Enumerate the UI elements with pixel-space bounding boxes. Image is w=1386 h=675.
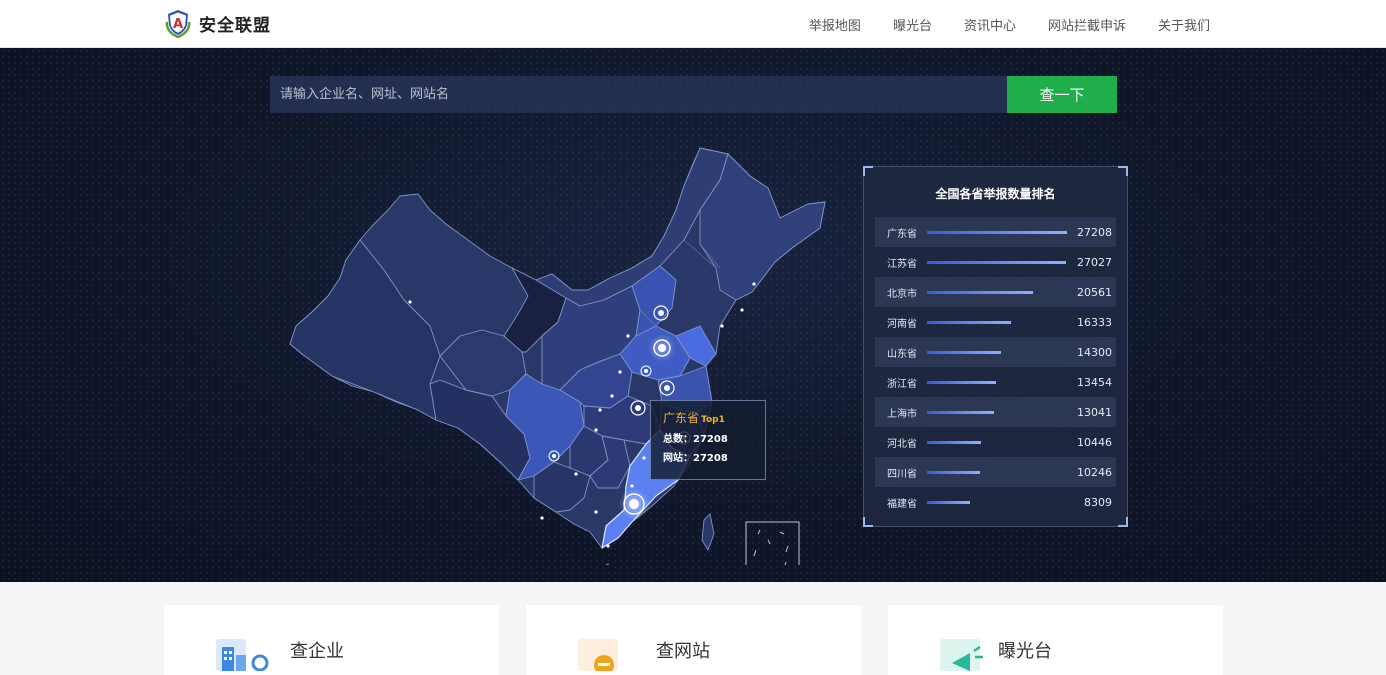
ranking-bar <box>927 290 1033 294</box>
ranking-value: 14300 <box>1077 345 1112 359</box>
card-check-website[interactable]: 查网站 <box>526 605 861 675</box>
card-check-company[interactable]: 查企业 <box>164 605 499 675</box>
main-nav: 举报地图 曝光台 资讯中心 网站拦截申诉 关于我们 <box>809 0 1210 48</box>
ranking-province-name: 河北省 <box>887 438 917 450</box>
ranking-bar <box>927 350 1001 354</box>
map-tooltip: 广东省 Top1 总数：27208 网站：27208 <box>650 400 766 480</box>
ranking-province-name: 江苏省 <box>887 258 917 270</box>
ranking-province-name: 福建省 <box>887 498 917 510</box>
ranking-province-name: 上海市 <box>887 408 917 420</box>
top-header: A 安全联盟 举报地图 曝光台 资讯中心 网站拦截申诉 关于我们 <box>0 0 1386 48</box>
panel-corner <box>1118 517 1128 527</box>
card-exposure[interactable]: 曝光台 <box>888 605 1223 675</box>
tooltip-title: 广东省 Top1 <box>663 409 753 426</box>
feature-cards: 查企业 查网站 曝光台 <box>0 582 1386 675</box>
ranking-province-name: 浙江省 <box>887 378 917 390</box>
search-input[interactable] <box>270 76 1007 113</box>
ranking-value: 8309 <box>1084 495 1112 509</box>
nav-about[interactable]: 关于我们 <box>1158 15 1210 34</box>
ranking-row[interactable]: 北京市 20561 <box>875 277 1116 307</box>
ranking-row[interactable]: 浙江省 13454 <box>875 367 1116 397</box>
panel-corner <box>863 517 873 527</box>
card-title-company: 查企业 <box>290 641 344 662</box>
ranking-value: 10446 <box>1077 435 1112 449</box>
china-report-map[interactable] <box>280 140 840 565</box>
tooltip-total: 总数：27208 <box>663 434 728 445</box>
ranking-value: 10246 <box>1077 465 1112 479</box>
search-button[interactable]: 查一下 <box>1007 76 1117 113</box>
tooltip-rank: Top1 <box>701 415 725 425</box>
ranking-bar-track <box>927 288 1069 296</box>
ranking-value: 27027 <box>1077 255 1112 269</box>
ranking-row[interactable]: 福建省 8309 <box>875 487 1116 517</box>
ranking-province-name: 山东省 <box>887 348 917 360</box>
ranking-province-name: 北京市 <box>887 288 917 300</box>
svg-text:A: A <box>173 17 183 32</box>
panel-corner <box>1118 166 1128 176</box>
ranking-value: 13041 <box>1077 405 1112 419</box>
ranking-bar <box>927 410 994 414</box>
ranking-bar <box>927 470 980 474</box>
ranking-bar-track <box>927 228 1069 236</box>
card-title-website: 查网站 <box>656 641 710 662</box>
ranking-row[interactable]: 河南省 16333 <box>875 307 1116 337</box>
ranking-row[interactable]: 江苏省 27027 <box>875 247 1116 277</box>
ranking-bar-track <box>927 408 1069 416</box>
ranking-bar-track <box>927 318 1069 326</box>
megaphone-icon <box>940 639 983 671</box>
province-ranking-panel: 全国各省举报数量排名 广东省 27208 江苏省 27027 北京市 20561 河南省 16… <box>863 166 1128 527</box>
ranking-list: 广东省 27208 江苏省 27027 北京市 20561 河南省 16333 山东省 14300… <box>875 217 1116 517</box>
nav-appeal[interactable]: 网站拦截申诉 <box>1048 15 1126 34</box>
ie-browser-icon <box>578 639 618 671</box>
tooltip-province: 广东省 <box>663 411 700 425</box>
tooltip-sites: 网站：27208 <box>663 453 728 464</box>
ranking-value: 27208 <box>1077 225 1112 239</box>
logo-text: 安全联盟 <box>199 15 271 36</box>
ranking-row[interactable]: 广东省 27208 <box>875 217 1116 247</box>
ranking-title: 全国各省举报数量排名 <box>935 187 1056 201</box>
ranking-bar <box>927 380 996 384</box>
nav-news[interactable]: 资讯中心 <box>964 15 1016 34</box>
ranking-bar <box>927 260 1066 264</box>
panel-corner <box>863 166 873 176</box>
ranking-bar-track <box>927 438 1069 446</box>
ranking-bar <box>927 500 970 504</box>
ranking-province-name: 河南省 <box>887 318 917 330</box>
nav-exposure[interactable]: 曝光台 <box>893 15 932 34</box>
ranking-value: 20561 <box>1077 285 1112 299</box>
ranking-bar-track <box>927 258 1069 266</box>
ranking-province-name: 广东省 <box>887 228 917 240</box>
logo[interactable]: A 安全联盟 <box>163 8 271 38</box>
ranking-bar <box>927 230 1067 234</box>
ranking-bar-track <box>927 468 1069 476</box>
ranking-row[interactable]: 上海市 13041 <box>875 397 1116 427</box>
ranking-value: 16333 <box>1077 315 1112 329</box>
ranking-bar <box>927 440 981 444</box>
building-icon <box>216 639 269 671</box>
card-title-exposure: 曝光台 <box>998 641 1052 662</box>
ranking-bar <box>927 320 1011 324</box>
ranking-value: 13454 <box>1077 375 1112 389</box>
ranking-province-name: 四川省 <box>887 468 917 480</box>
nav-report-map[interactable]: 举报地图 <box>809 15 861 34</box>
ranking-bar-track <box>927 348 1069 356</box>
ranking-bar-track <box>927 378 1069 386</box>
ranking-row[interactable]: 山东省 14300 <box>875 337 1116 367</box>
ranking-bar-track <box>927 498 1069 506</box>
hero-section: 查一下 <box>0 48 1386 582</box>
ranking-row[interactable]: 河北省 10446 <box>875 427 1116 457</box>
shield-logo-icon: A <box>165 10 191 38</box>
search-bar: 查一下 <box>270 76 1117 113</box>
ranking-row[interactable]: 四川省 10246 <box>875 457 1116 487</box>
